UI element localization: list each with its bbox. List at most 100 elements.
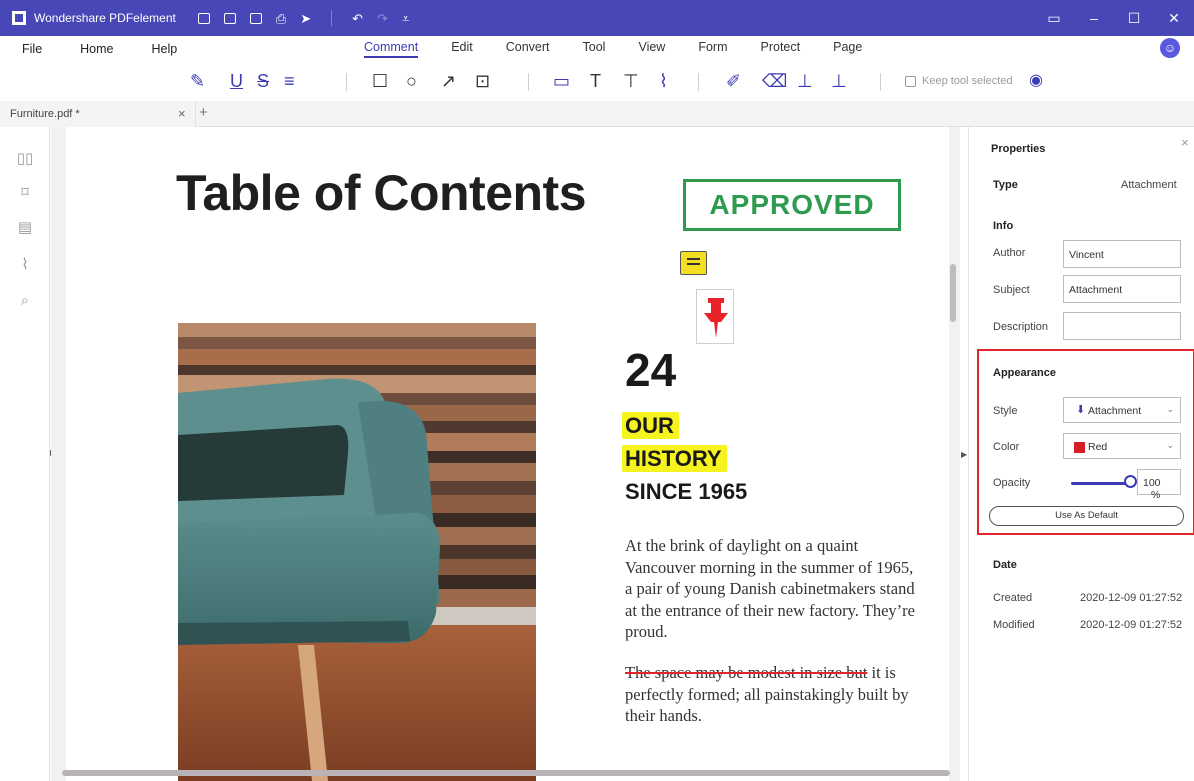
- color-select[interactable]: Red ⌄: [1063, 433, 1181, 459]
- open-folder-icon[interactable]: [197, 12, 210, 24]
- menu-home[interactable]: Home: [80, 42, 113, 56]
- opacity-slider-track[interactable]: [1071, 482, 1131, 485]
- close-properties-icon[interactable]: ×: [1181, 135, 1189, 150]
- page-heading: Table of Contents: [176, 165, 587, 221]
- toolbar-divider: [331, 10, 333, 26]
- chevron-down-icon: ⌄: [1166, 404, 1174, 414]
- keep-tool-selected[interactable]: Keep tool selected: [905, 75, 1013, 87]
- pencil-icon[interactable]: ✐: [726, 70, 741, 92]
- vertical-scrollbar[interactable]: [950, 264, 956, 322]
- toolbar-divider: [698, 73, 699, 91]
- color-label: Color: [993, 441, 1020, 453]
- properties-panel: Properties × Type Attachment Info Author…: [968, 127, 1194, 781]
- print-icon[interactable]: ⎙: [276, 12, 286, 25]
- thumbnails-icon[interactable]: ▯▯: [16, 150, 34, 168]
- keep-tool-checkbox[interactable]: [905, 75, 916, 87]
- pushpin-icon: [704, 298, 728, 338]
- comments-panel-icon[interactable]: ▤: [16, 219, 34, 237]
- color-swatch: [1074, 442, 1085, 453]
- email-icon[interactable]: [249, 12, 262, 24]
- document-tab-label: Furniture.pdf *: [10, 108, 80, 120]
- share-icon[interactable]: ➤: [300, 12, 311, 25]
- typewriter-icon[interactable]: T: [590, 70, 601, 92]
- modified-value: 2020-12-09 01:27:52: [1080, 619, 1183, 631]
- app-logo-icon: [12, 11, 26, 25]
- minimize-button[interactable]: –: [1074, 10, 1114, 26]
- arrow-icon[interactable]: ↗: [441, 70, 456, 92]
- created-value: 2020-12-09 01:27:52: [1080, 592, 1183, 604]
- document-tab-strip: Furniture.pdf * × +: [0, 101, 1194, 127]
- modified-label: Modified: [993, 619, 1035, 631]
- author-field[interactable]: Vincent: [1063, 240, 1181, 268]
- highlighted-history[interactable]: HISTORY: [622, 445, 727, 472]
- style-label: Style: [993, 405, 1018, 417]
- subject-field[interactable]: Attachment: [1063, 275, 1181, 303]
- new-tab-button[interactable]: +: [199, 104, 208, 121]
- feedback-button[interactable]: ▭: [1034, 10, 1074, 27]
- appearance-label: Appearance: [993, 367, 1056, 379]
- comment-toolbar: ✎ U S ≡ ☐ ○ ↗ ⊡ ▭ T ⊤ ⌇ ✐ ⌫ ⊥ ⊥ Keep too…: [0, 64, 1194, 100]
- tab-view[interactable]: View: [638, 40, 665, 58]
- tab-page[interactable]: Page: [833, 40, 862, 58]
- type-value: Attachment: [1121, 179, 1177, 191]
- collapse-right-panel-icon[interactable]: ▶: [961, 450, 967, 459]
- close-tab-icon[interactable]: ×: [178, 106, 186, 121]
- text-box-icon[interactable]: ⊤: [623, 70, 639, 92]
- attachment-icon[interactable]: ⌇: [659, 70, 668, 92]
- shapes-dropdown-icon[interactable]: ⊡: [475, 70, 490, 92]
- strikethrough-text[interactable]: The space may be modest in size but: [625, 663, 867, 682]
- underline-icon[interactable]: U: [230, 70, 243, 92]
- maximize-button[interactable]: ☐: [1114, 10, 1154, 27]
- undo-icon[interactable]: ↶: [352, 12, 363, 25]
- rectangle-icon[interactable]: ☐: [372, 70, 388, 92]
- use-as-default-button[interactable]: Use As Default: [989, 506, 1184, 526]
- author-label: Author: [993, 247, 1026, 259]
- menu-help[interactable]: Help: [152, 42, 178, 56]
- highlighted-our[interactable]: OUR: [622, 412, 679, 439]
- attachments-panel-icon[interactable]: ⌇: [16, 256, 34, 274]
- stamp-icon[interactable]: ⊥: [797, 70, 813, 92]
- user-avatar-icon[interactable]: ☺: [1160, 38, 1180, 58]
- redo-icon[interactable]: ↷: [377, 12, 388, 25]
- body-paragraph-1: At the brink of daylight on a quaint Van…: [625, 536, 915, 641]
- save-icon[interactable]: [223, 12, 236, 24]
- horizontal-scrollbar[interactable]: [62, 770, 950, 776]
- quick-access-toolbar: ⎙ ➤ ↶ ↷ ⩡: [197, 10, 409, 26]
- search-icon[interactable]: ⌕: [16, 292, 34, 310]
- oval-icon[interactable]: ○: [406, 70, 417, 92]
- bookmark-icon[interactable]: ⌑: [16, 184, 34, 202]
- stamp-dropdown-icon[interactable]: ⊥: [831, 70, 847, 92]
- color-select-value: Red: [1088, 441, 1108, 453]
- opacity-input[interactable]: 100 %: [1137, 469, 1181, 501]
- tab-protect[interactable]: Protect: [761, 40, 801, 58]
- opacity-label: Opacity: [993, 477, 1031, 489]
- document-tab[interactable]: Furniture.pdf * ×: [0, 101, 196, 127]
- approved-stamp[interactable]: APPROVED: [683, 179, 901, 231]
- sticky-note-annotation-icon[interactable]: [680, 251, 707, 275]
- date-label: Date: [993, 559, 1017, 571]
- properties-title: Properties: [991, 143, 1046, 155]
- tab-tool[interactable]: Tool: [583, 40, 606, 58]
- eraser-icon[interactable]: ⌫: [762, 70, 787, 92]
- tab-edit[interactable]: Edit: [451, 40, 473, 58]
- attachment-pin-annotation[interactable]: [696, 289, 734, 344]
- info-label: Info: [993, 220, 1014, 232]
- strikethrough-icon[interactable]: S: [257, 70, 269, 92]
- menu-file[interactable]: File: [22, 42, 42, 56]
- sticky-note-icon[interactable]: ▭: [553, 70, 570, 92]
- customize-dropdown-icon[interactable]: ⩡: [402, 12, 409, 25]
- armchair-photo: [178, 323, 536, 781]
- chevron-down-icon: ⌄: [1166, 440, 1174, 450]
- opacity-value: 100: [1143, 477, 1161, 489]
- tab-convert[interactable]: Convert: [506, 40, 550, 58]
- highlight-icon[interactable]: ✎: [190, 70, 205, 92]
- replace-text-icon[interactable]: ≡: [284, 70, 295, 92]
- menu-bar: File Home Help Comment Edit Convert Tool…: [0, 36, 1194, 62]
- opacity-slider-handle[interactable]: [1124, 475, 1137, 488]
- show-comments-eye-icon[interactable]: ◉: [1029, 70, 1043, 92]
- tab-form[interactable]: Form: [698, 40, 727, 58]
- close-window-button[interactable]: ✕: [1154, 10, 1194, 27]
- description-field[interactable]: [1063, 312, 1181, 340]
- tab-comment[interactable]: Comment: [364, 40, 419, 58]
- style-select[interactable]: ⬇ Attachment ⌄: [1063, 397, 1181, 423]
